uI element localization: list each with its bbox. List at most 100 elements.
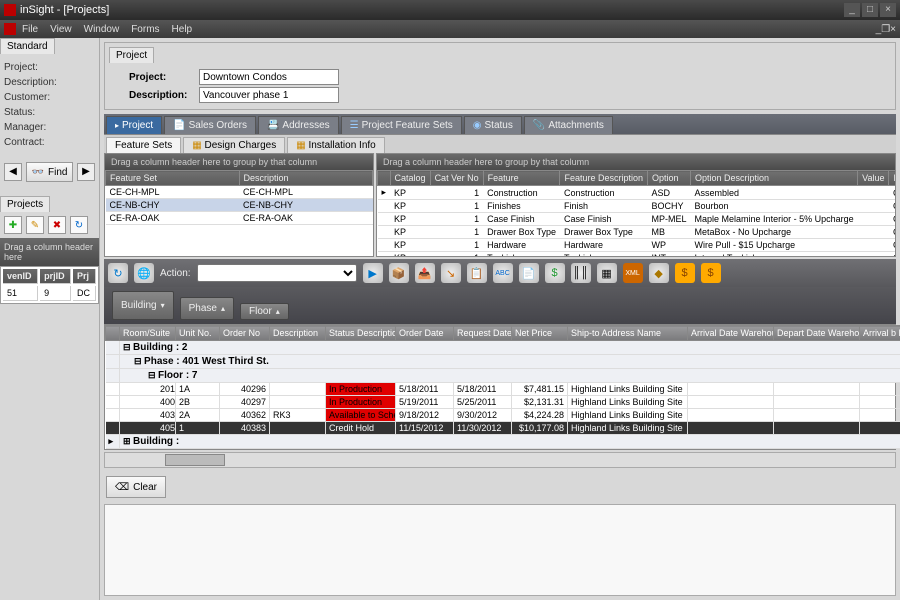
- orders-col[interactable]: Order No: [220, 326, 270, 341]
- description-input[interactable]: [199, 87, 339, 103]
- child-close-button[interactable]: ×: [890, 24, 896, 35]
- col-venid[interactable]: venID: [3, 269, 38, 284]
- order-row[interactable]: 405140383Credit Hold11/15/201211/30/2012…: [106, 422, 900, 435]
- maximize-button[interactable]: □: [862, 3, 878, 17]
- subtab-design-charges[interactable]: ▦ Design Charges: [183, 137, 285, 153]
- clear-button[interactable]: ⌫ Clear: [106, 476, 166, 498]
- orders-col[interactable]: Arrival b Mode: [860, 326, 900, 341]
- edit-icon[interactable]: ✎: [26, 216, 44, 234]
- tag-icon[interactable]: ◆: [649, 263, 669, 283]
- group-floor[interactable]: Floor▴: [240, 303, 289, 320]
- orders-col[interactable]: Unit No.: [176, 326, 220, 341]
- menu-view[interactable]: View: [50, 24, 72, 35]
- project-input[interactable]: [199, 69, 339, 85]
- orders-col[interactable]: Net Price: [512, 326, 568, 341]
- opt-col-fset[interactable]: Feature Set: [889, 171, 895, 186]
- order-row[interactable]: 4032A40362RK3Available to Schedule9/18/2…: [106, 409, 900, 422]
- subtab-feature-sets[interactable]: Feature Sets: [106, 137, 181, 153]
- option-row[interactable]: ▸KP1ConstructionConstructionASDAssembled…: [378, 186, 896, 200]
- col-prj[interactable]: Prj: [73, 269, 96, 284]
- opt-col-fdesc[interactable]: Feature Description: [560, 171, 648, 186]
- opt-col-option[interactable]: Option: [648, 171, 691, 186]
- group-row-building-2[interactable]: ▸⊞ Building :: [106, 435, 900, 449]
- option-row[interactable]: KP1Drawer Box TypeDrawer Box TypeMBMetaB…: [378, 226, 896, 239]
- option-row[interactable]: KP1FinishesFinishBOCHYBourbonCE-NB-CHY: [378, 200, 896, 213]
- orders-grid[interactable]: Room/SuiteUnit No.Order NoDescriptionSta…: [104, 324, 896, 450]
- tab-project-main[interactable]: ▸Project: [106, 116, 162, 134]
- find-button[interactable]: 👓 Find: [26, 162, 73, 182]
- tab-standard[interactable]: Standard: [0, 38, 55, 54]
- opt-col-feature[interactable]: Feature: [483, 171, 560, 186]
- arrow-down-icon[interactable]: ↘: [441, 263, 461, 283]
- fs-row[interactable]: CE-CH-MPLCE-CH-MPL: [106, 186, 373, 199]
- opt-col-catalog[interactable]: Catalog: [390, 171, 430, 186]
- tab-projects[interactable]: Projects: [0, 196, 50, 212]
- coin1-icon[interactable]: $: [675, 263, 695, 283]
- box2-icon[interactable]: 📤: [415, 263, 435, 283]
- group-phase[interactable]: Phase▴: [180, 297, 234, 320]
- xml-icon[interactable]: XML: [623, 263, 643, 283]
- grid-icon[interactable]: ▦: [597, 263, 617, 283]
- subtab-installation-info[interactable]: ▦ Installation Info: [287, 137, 385, 153]
- tab-project-feature-sets[interactable]: ☰Project Feature Sets: [341, 116, 462, 134]
- globe-icon[interactable]: 🌐: [134, 263, 154, 283]
- doc-toolbar-icon[interactable]: 📄: [519, 263, 539, 283]
- copy-icon[interactable]: 📋: [467, 263, 487, 283]
- order-row[interactable]: 2011A40296In Production5/18/20115/18/201…: [106, 383, 900, 396]
- group-building[interactable]: Building▾: [112, 291, 174, 320]
- fs-row[interactable]: CE-NB-CHYCE-NB-CHY: [106, 199, 373, 212]
- orders-col[interactable]: Ship-to Address Name: [568, 326, 688, 341]
- tab-attachments[interactable]: 📎Attachments: [524, 116, 613, 134]
- close-button[interactable]: ×: [880, 3, 896, 17]
- app-menu-icon[interactable]: [4, 23, 16, 35]
- projects-mini-grid[interactable]: venID prjID Prj 51 9 DC: [0, 266, 99, 304]
- fs-col-desc[interactable]: Description: [239, 171, 373, 186]
- orders-col[interactable]: Description: [270, 326, 326, 341]
- horizontal-scrollbar[interactable]: [104, 452, 896, 468]
- delete-icon[interactable]: ✖: [48, 216, 66, 234]
- barcode-icon[interactable]: ║║: [571, 263, 591, 283]
- tab-addresses[interactable]: 📇Addresses: [258, 116, 339, 134]
- group-row-floor[interactable]: ⊟ Floor : 7: [106, 369, 900, 383]
- menu-file[interactable]: File: [22, 24, 38, 35]
- refresh-icon[interactable]: ↻: [108, 263, 128, 283]
- col-prjid[interactable]: prjID: [40, 269, 71, 284]
- prev-button[interactable]: ◀: [4, 163, 22, 181]
- opt-col-catver[interactable]: Cat Ver No: [430, 171, 483, 186]
- orders-col[interactable]: Request Date: [454, 326, 512, 341]
- box1-icon[interactable]: 📦: [389, 263, 409, 283]
- order-row[interactable]: 4002B40297In Production5/19/20115/25/201…: [106, 396, 900, 409]
- menu-forms[interactable]: Forms: [131, 24, 159, 35]
- tab-project-header[interactable]: Project: [109, 47, 154, 63]
- orders-col[interactable]: Room/Suite: [120, 326, 176, 341]
- refresh-left-icon[interactable]: ↻: [70, 216, 88, 234]
- orders-col[interactable]: Depart Date Warehouse: [774, 326, 860, 341]
- minimize-button[interactable]: _: [844, 3, 860, 17]
- fs-col-set[interactable]: Feature Set: [106, 171, 240, 186]
- project-row[interactable]: 51 9 DC: [3, 286, 96, 301]
- menu-window[interactable]: Window: [84, 24, 120, 35]
- orders-col[interactable]: Arrival Date Warehouse: [688, 326, 774, 341]
- menu-help[interactable]: Help: [172, 24, 193, 35]
- group-row-building[interactable]: ⊟ Building : 2: [106, 341, 900, 355]
- option-row[interactable]: KP1ToekickToekickINTIntegral ToekickCE-N…: [378, 252, 896, 257]
- orders-col[interactable]: Status Description: [326, 326, 396, 341]
- coin2-icon[interactable]: $: [701, 263, 721, 283]
- new-icon[interactable]: ✚: [4, 216, 22, 234]
- action-select[interactable]: [197, 264, 357, 282]
- tab-sales-orders[interactable]: 📄Sales Orders: [164, 116, 256, 134]
- orders-col[interactable]: Order Date: [396, 326, 454, 341]
- fs-row[interactable]: CE-RA-OAKCE-RA-OAK: [106, 212, 373, 225]
- opt-col-odesc[interactable]: Option Description: [691, 171, 858, 186]
- child-restore-button[interactable]: ❐: [881, 24, 890, 35]
- opt-col-value[interactable]: Value: [858, 171, 889, 186]
- option-row[interactable]: KP1Case FinishCase FinishMP-MELMaple Mel…: [378, 213, 896, 226]
- run-icon[interactable]: ▶: [363, 263, 383, 283]
- option-row[interactable]: KP1HardwareHardwareWPWire Pull - $15 Upc…: [378, 239, 896, 252]
- group-row-phase[interactable]: ⊟ Phase : 401 West Third St.: [106, 355, 900, 369]
- tab-status[interactable]: ◉Status: [464, 116, 522, 134]
- abc-icon[interactable]: ABC: [493, 263, 513, 283]
- money-icon[interactable]: $: [545, 263, 565, 283]
- scroll-thumb[interactable]: [165, 454, 225, 466]
- next-button[interactable]: ▶: [77, 163, 95, 181]
